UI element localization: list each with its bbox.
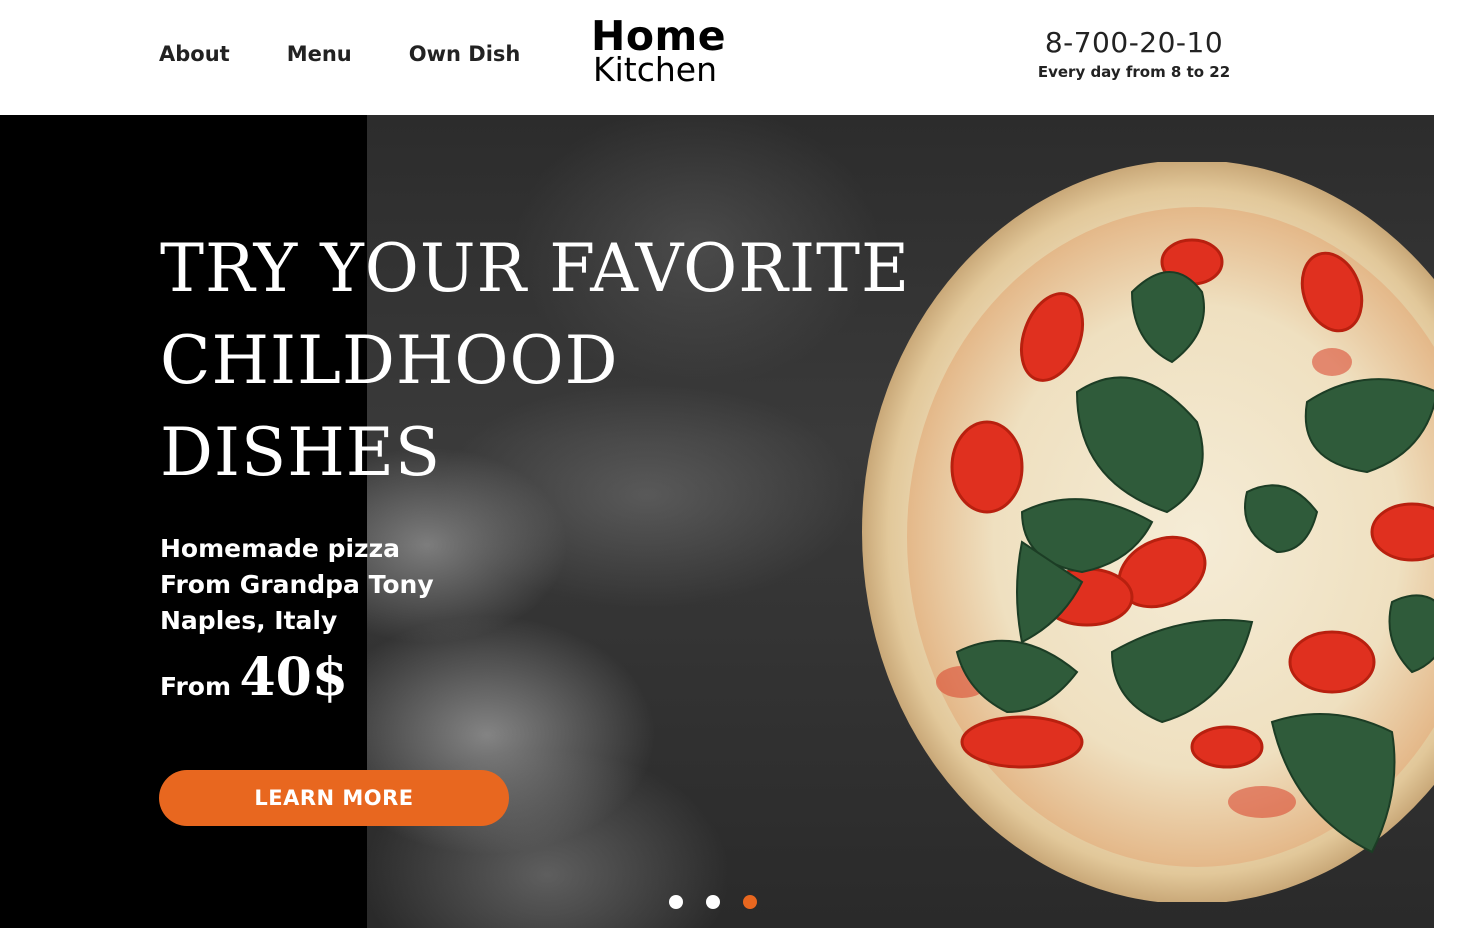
slider-pagination — [669, 895, 757, 909]
headline-line: CHILDHOOD — [160, 322, 619, 399]
main-nav: About Menu Own Dish — [159, 42, 577, 66]
slide-dot-1[interactable] — [669, 895, 683, 909]
logo-line-kitchen: Kitchen — [593, 50, 718, 89]
logo[interactable]: Home Kitchen — [591, 16, 726, 89]
hero-headline: TRY YOUR FAVORITE CHILDHOOD DISHES — [160, 223, 960, 499]
learn-more-button[interactable]: LEARN MORE — [159, 770, 509, 826]
opening-hours: Every day from 8 to 22 — [1037, 63, 1231, 81]
slide-dot-2[interactable] — [706, 895, 720, 909]
nav-link-menu[interactable]: Menu — [287, 42, 352, 66]
slide-dot-3[interactable] — [743, 895, 757, 909]
phone-number[interactable]: 8-700-20-10 — [1034, 26, 1234, 59]
headline-line: TRY YOUR FAVORITE — [160, 230, 911, 307]
site-header: About Menu Own Dish Home Kitchen 8-700-2… — [0, 0, 1434, 115]
page-edge — [1434, 0, 1468, 928]
hero-banner: TRY YOUR FAVORITE CHILDHOOD DISHES Homem… — [0, 115, 1434, 928]
hero-subtitle: Homemade pizza From Grandpa Tony Naples,… — [160, 531, 434, 639]
subtitle-line: Homemade pizza — [160, 534, 401, 563]
subtitle-line: From Grandpa Tony — [160, 570, 434, 599]
price-block: From 40$ — [160, 647, 348, 708]
subtitle-line: Naples, Italy — [160, 606, 338, 635]
price-prefix: From — [160, 672, 232, 701]
contact-info: 8-700-20-10 Every day from 8 to 22 — [1034, 26, 1234, 81]
headline-line: DISHES — [160, 414, 442, 491]
price-amount: 40$ — [239, 647, 349, 708]
nav-link-about[interactable]: About — [159, 42, 230, 66]
nav-link-own-dish[interactable]: Own Dish — [409, 42, 521, 66]
